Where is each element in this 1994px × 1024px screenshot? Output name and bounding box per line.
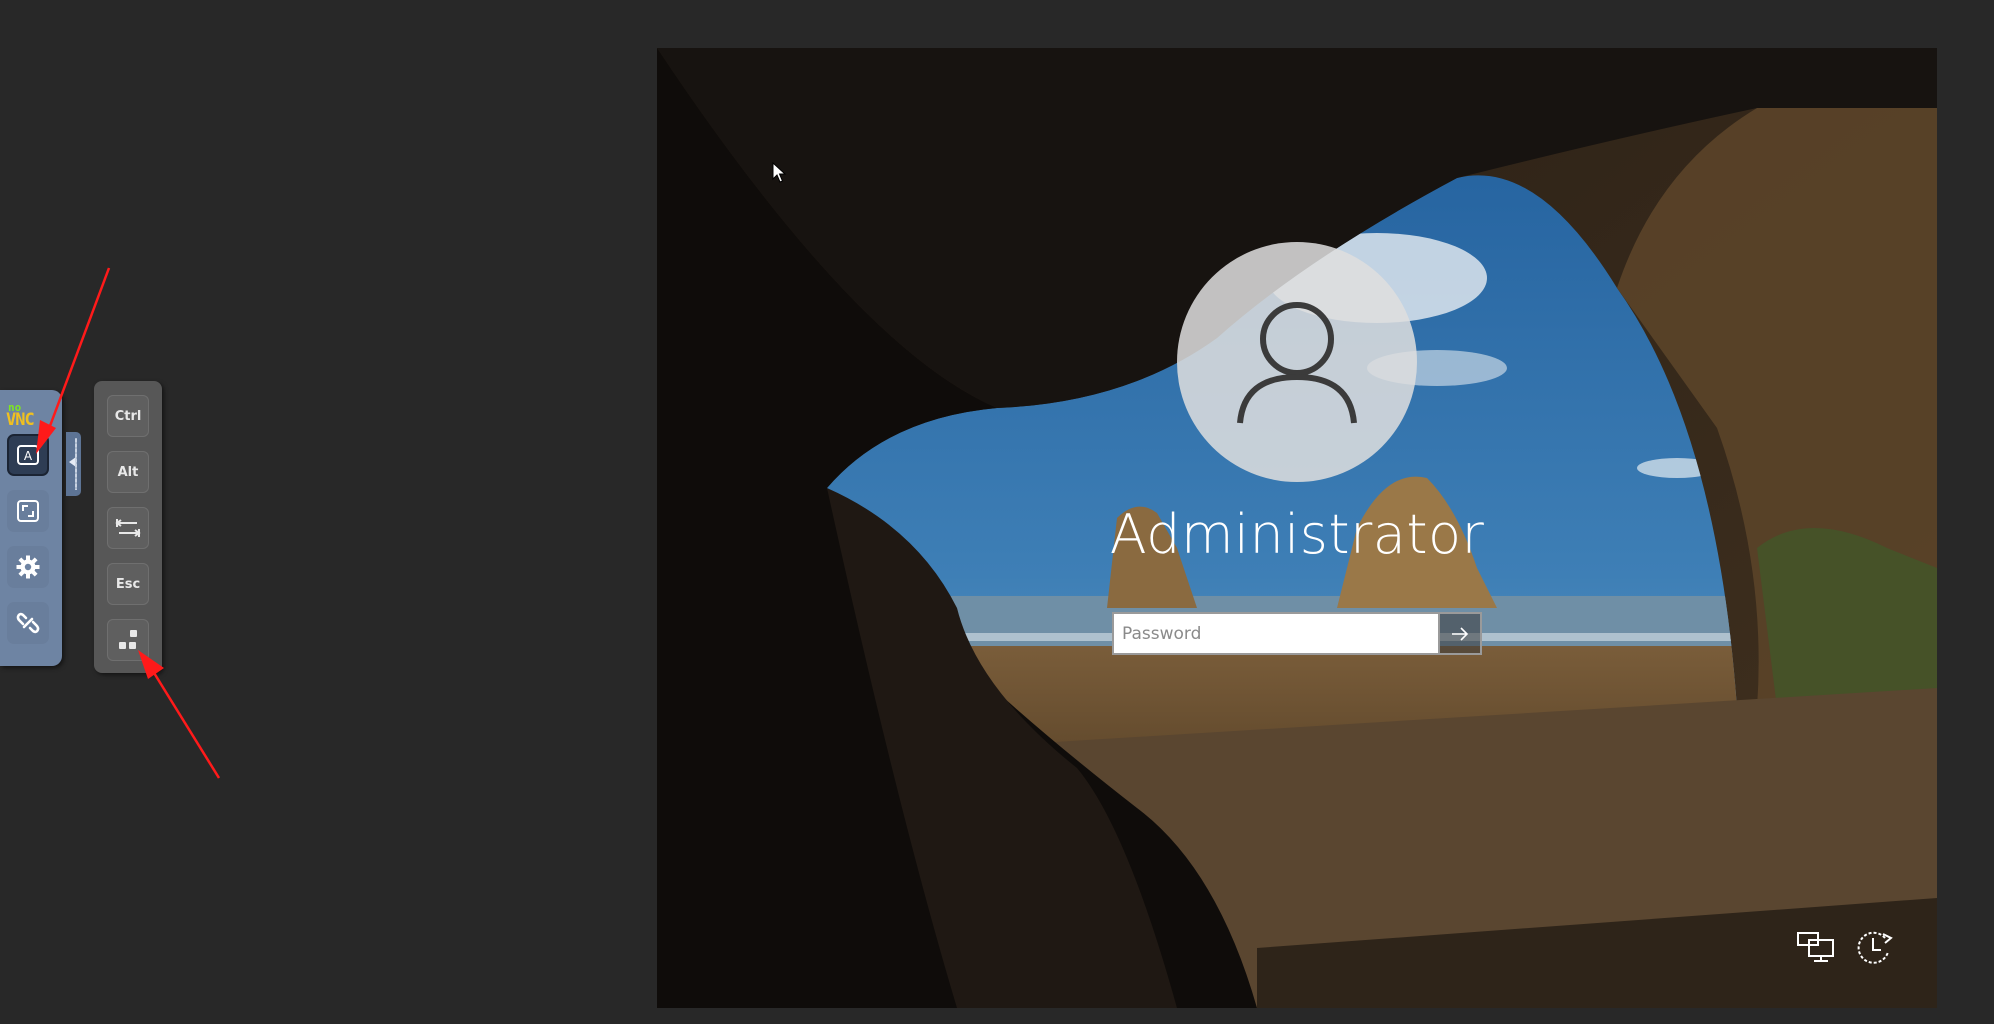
broken-link-icon [16,612,40,634]
fullscreen-icon [17,500,39,522]
esc-key-button[interactable]: Esc [107,563,149,605]
disconnect-button[interactable] [7,602,49,644]
drag-grip-icon [75,438,77,490]
keyboard-a-icon: A [17,445,39,465]
tab-icon [115,519,141,537]
novnc-control-bar: no VNC A [0,390,62,666]
accessibility-icon[interactable] [1855,930,1895,966]
annotation-arrow-extra-keys [149,667,221,779]
password-row [1112,612,1482,655]
fullscreen-button[interactable] [7,490,49,532]
ctrl-alt-del-icon [119,630,137,649]
ctrl-alt-del-button[interactable] [107,619,149,661]
remote-screen[interactable]: Administrator [657,48,1937,1008]
submit-button[interactable] [1440,612,1482,655]
password-input[interactable] [1112,612,1440,655]
ctrl-key-button[interactable]: Ctrl [107,395,149,437]
settings-button[interactable] [7,546,49,588]
user-avatar [1177,242,1417,482]
mouse-cursor-icon [772,162,786,183]
keyboard-button[interactable]: A [7,434,49,476]
network-icon[interactable] [1795,930,1837,964]
user-silhouette-icon [1237,302,1357,424]
novnc-logo: no VNC [6,401,35,430]
alt-key-button[interactable]: Alt [107,451,149,493]
tab-key-button[interactable] [107,507,149,549]
svg-text:A: A [24,449,33,463]
arrow-right-icon [1452,626,1469,641]
control-bar-handle[interactable] [66,432,81,496]
account-username: Administrator [1109,503,1485,566]
extra-keys-panel: Ctrl Alt Esc [94,381,162,673]
gear-icon [16,555,40,579]
